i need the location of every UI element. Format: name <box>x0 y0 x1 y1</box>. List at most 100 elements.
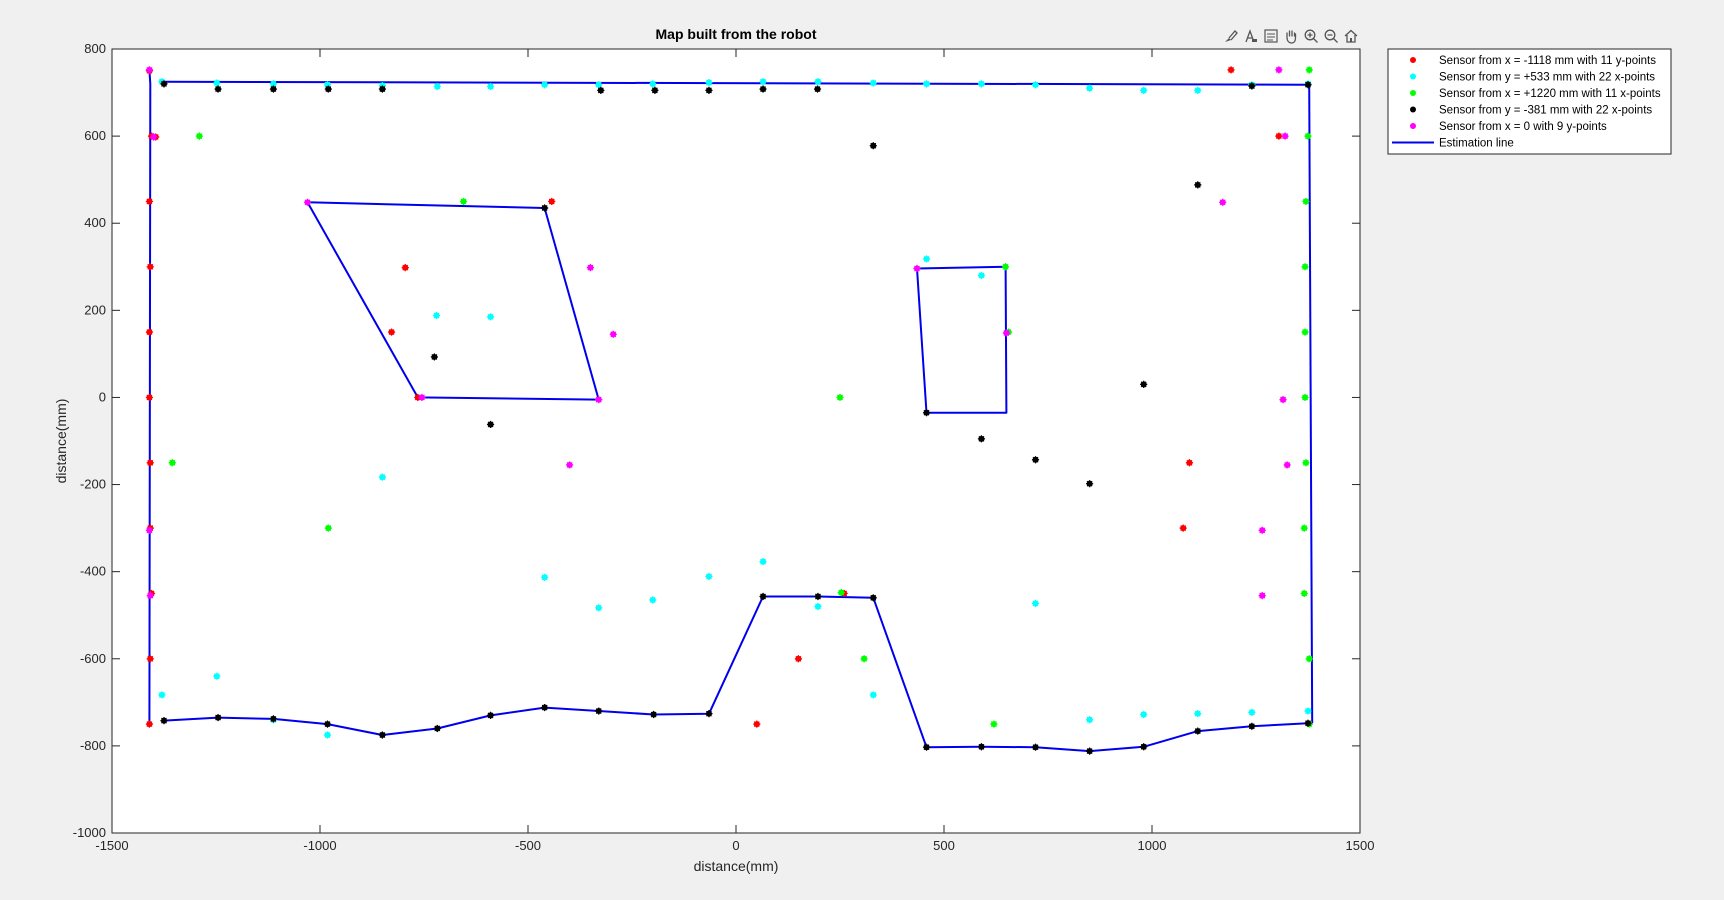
data-point-series-2 <box>814 78 822 86</box>
x-tick-label: 1500 <box>1346 838 1375 853</box>
data-point-series-2 <box>1086 716 1094 724</box>
legend-entry: Sensor from y = -381 mm with 22 x-points <box>1410 105 1652 117</box>
data-point-series-2 <box>595 604 603 612</box>
data-point-series-2 <box>869 79 877 87</box>
data-point-series-2 <box>1194 710 1202 718</box>
data-point-series-5 <box>1258 526 1266 534</box>
data-point-series-4 <box>378 731 386 739</box>
data-point-series-5 <box>1281 132 1289 140</box>
data-point-series-2 <box>1031 599 1040 608</box>
data-point-series-4 <box>269 715 278 723</box>
data-point-series-2 <box>922 80 931 88</box>
legend-marker-swatch <box>1410 123 1416 129</box>
pan-hand-icon[interactable] <box>1281 26 1300 46</box>
data-point-series-2 <box>213 79 221 87</box>
x-tick-label: -500 <box>515 838 541 853</box>
data-point-series-3 <box>1300 589 1308 598</box>
data-point-series-2 <box>378 473 386 481</box>
y-axis-label: distance(mm) <box>53 399 69 484</box>
chart-title: Map built from the robot <box>656 26 817 42</box>
data-point-series-4 <box>1031 743 1040 751</box>
data-point-series-5 <box>418 393 426 402</box>
legend-label: Sensor from y = -381 mm with 22 x-points <box>1439 105 1652 117</box>
y-tick-label: 400 <box>84 215 106 230</box>
x-tick-label: -1500 <box>95 838 128 853</box>
y-tick-label: -1000 <box>73 825 106 840</box>
x-tick-label: -1000 <box>303 838 336 853</box>
legend-entry: Sensor from x = 0 with 9 y-points <box>1410 121 1607 133</box>
data-point-series-4 <box>1304 81 1312 89</box>
data-point-series-3 <box>860 655 868 663</box>
data-point-series-3 <box>990 720 998 728</box>
data-point-series-1 <box>753 720 761 728</box>
data-point-series-4 <box>759 592 767 601</box>
y-tick-label: -800 <box>80 738 106 753</box>
data-point-series-2 <box>759 78 767 86</box>
data-point-series-4 <box>705 86 713 94</box>
data-point-series-1 <box>145 393 154 402</box>
x-tick-label: 1000 <box>1138 838 1167 853</box>
y-tick-label: -600 <box>80 651 106 666</box>
data-point-series-3 <box>1300 524 1308 532</box>
zoom-out-icon[interactable] <box>1321 26 1340 46</box>
data-point-series-4 <box>814 592 822 601</box>
data-point-series-5 <box>586 264 594 272</box>
data-point-series-2 <box>649 596 657 604</box>
y-tick-label: -200 <box>80 477 106 492</box>
y-tick-label: -400 <box>80 564 106 579</box>
data-point-series-4 <box>595 707 603 715</box>
data-point-series-4 <box>323 720 332 728</box>
data-point-series-4 <box>269 85 278 93</box>
data-point-series-5 <box>913 264 921 273</box>
legend-marker-swatch <box>1410 73 1416 80</box>
y-tick-label: 0 <box>99 389 106 404</box>
data-point-series-5 <box>146 592 154 600</box>
data-point-series-5 <box>145 526 154 534</box>
data-point-series-4 <box>214 713 222 722</box>
data-point-series-1 <box>145 328 154 336</box>
y-tick-label: 200 <box>84 302 106 317</box>
legend-marker-swatch <box>1410 90 1416 96</box>
data-point-series-4 <box>433 724 441 733</box>
data-point-series-2 <box>977 80 986 88</box>
data-point-series-5 <box>1275 66 1283 74</box>
data-point-series-2 <box>705 78 713 87</box>
data-point-series-2 <box>541 573 549 581</box>
data-point-series-5 <box>595 396 603 404</box>
data-point-series-4 <box>214 85 222 93</box>
data-point-series-5 <box>303 198 312 206</box>
data-point-series-4 <box>869 142 877 150</box>
data-point-series-4 <box>813 85 822 93</box>
data-point-series-3 <box>1301 328 1309 336</box>
data-point-series-2 <box>1031 81 1040 89</box>
data-point-series-5 <box>145 66 154 74</box>
data-point-series-4 <box>977 743 986 751</box>
data-point-series-4 <box>541 204 549 212</box>
data-point-series-1 <box>794 655 802 663</box>
data-point-series-4 <box>160 80 168 88</box>
data-point-series-4 <box>869 594 877 602</box>
data-point-series-2 <box>158 691 166 699</box>
figure-canvas: -1500 -1000 -500 0 500 1000 1500-1000-800-600-… <box>53 26 1672 874</box>
data-point-series-1 <box>146 655 154 663</box>
data-point-series-4 <box>977 435 986 443</box>
legend-label: Sensor from x = -1118 mm with 11 y-point… <box>1439 55 1656 67</box>
data-point-series-2 <box>541 81 549 89</box>
brush-icon[interactable] <box>1221 26 1240 46</box>
data-point-series-4 <box>1248 82 1256 90</box>
home-icon[interactable] <box>1341 26 1360 46</box>
x-axis-label: distance(mm) <box>694 858 779 874</box>
data-point-series-4 <box>1194 727 1202 735</box>
legend-toggle-icon[interactable] <box>1261 26 1280 46</box>
data-point-series-4 <box>1304 719 1312 727</box>
data-point-series-2 <box>1086 84 1094 92</box>
axes-toolbar <box>1221 25 1360 47</box>
legend-entry: Sensor from y = +533 mm with 22 x-points <box>1410 72 1655 84</box>
data-cursor-icon[interactable] <box>1241 26 1260 46</box>
data-point-series-5 <box>150 133 158 141</box>
data-point-series-1 <box>145 197 154 206</box>
zoom-in-icon[interactable] <box>1301 26 1320 46</box>
data-point-series-4 <box>1248 722 1256 730</box>
legend[interactable]: Sensor from x = -1118 mm with 11 y-point… <box>1387 48 1672 155</box>
data-point-series-3 <box>1301 393 1309 402</box>
